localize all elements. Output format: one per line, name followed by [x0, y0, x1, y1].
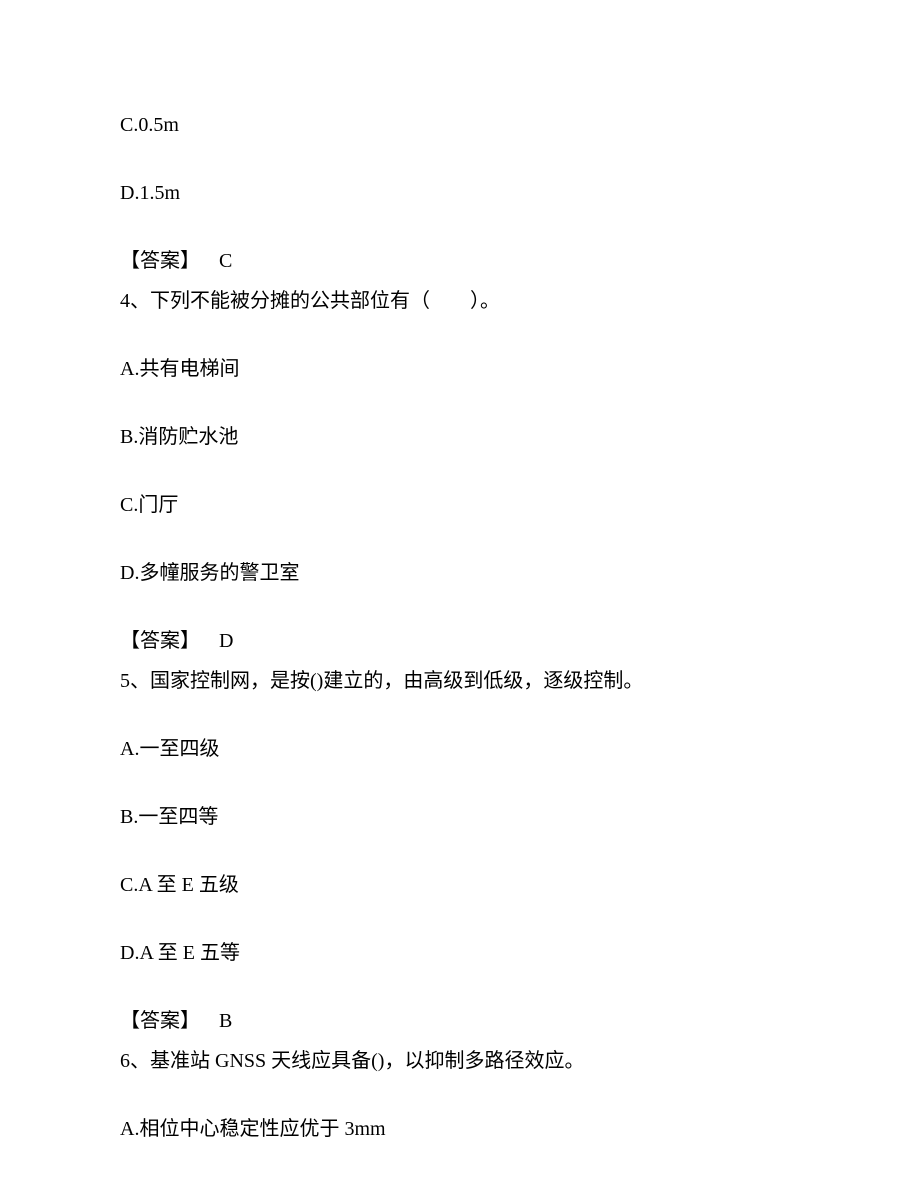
prev-option-d: D.1.5m [120, 178, 800, 208]
question-text: 国家控制网，是按()建立的，由高级到低级，逐级控制。 [150, 670, 643, 692]
question-number: 6、 [120, 1050, 150, 1072]
question-4: 4、下列不能被分摊的公共部位有（ ）。 [120, 286, 800, 316]
prev-answer: 【答案】 C [120, 246, 800, 276]
q5-option-b: B.一至四等 [120, 802, 800, 832]
question-6: 6、基准站 GNSS 天线应具备()，以抑制多路径效应。 [120, 1046, 800, 1076]
q4-option-a: A.共有电梯间 [120, 354, 800, 384]
answer-letter: D [219, 630, 233, 652]
q5-option-d: D.A 至 E 五等 [120, 938, 800, 968]
q5-option-a: A.一至四级 [120, 734, 800, 764]
question-number: 5、 [120, 670, 150, 692]
answer-label: 【答案】 [120, 630, 200, 652]
answer-letter: C [219, 250, 232, 272]
q6-option-a: A.相位中心稳定性应优于 3mm [120, 1114, 800, 1144]
q4-answer: 【答案】 D [120, 626, 800, 656]
q4-option-b: B.消防贮水池 [120, 422, 800, 452]
q5-answer: 【答案】 B [120, 1006, 800, 1036]
question-5: 5、国家控制网，是按()建立的，由高级到低级，逐级控制。 [120, 666, 800, 696]
question-text: 下列不能被分摊的公共部位有（ ）。 [150, 290, 500, 312]
answer-letter: B [219, 1010, 232, 1032]
page-content: C.0.5m D.1.5m 【答案】 C 4、下列不能被分摊的公共部位有（ ）。… [0, 0, 920, 1144]
prev-option-c: C.0.5m [120, 110, 800, 140]
q4-option-d: D.多幢服务的警卫室 [120, 558, 800, 588]
answer-label: 【答案】 [120, 1010, 200, 1032]
q5-option-c: C.A 至 E 五级 [120, 870, 800, 900]
question-text: 基准站 GNSS 天线应具备()，以抑制多路径效应。 [150, 1050, 584, 1072]
q4-option-c: C.门厅 [120, 490, 800, 520]
answer-label: 【答案】 [120, 250, 200, 272]
question-number: 4、 [120, 290, 150, 312]
